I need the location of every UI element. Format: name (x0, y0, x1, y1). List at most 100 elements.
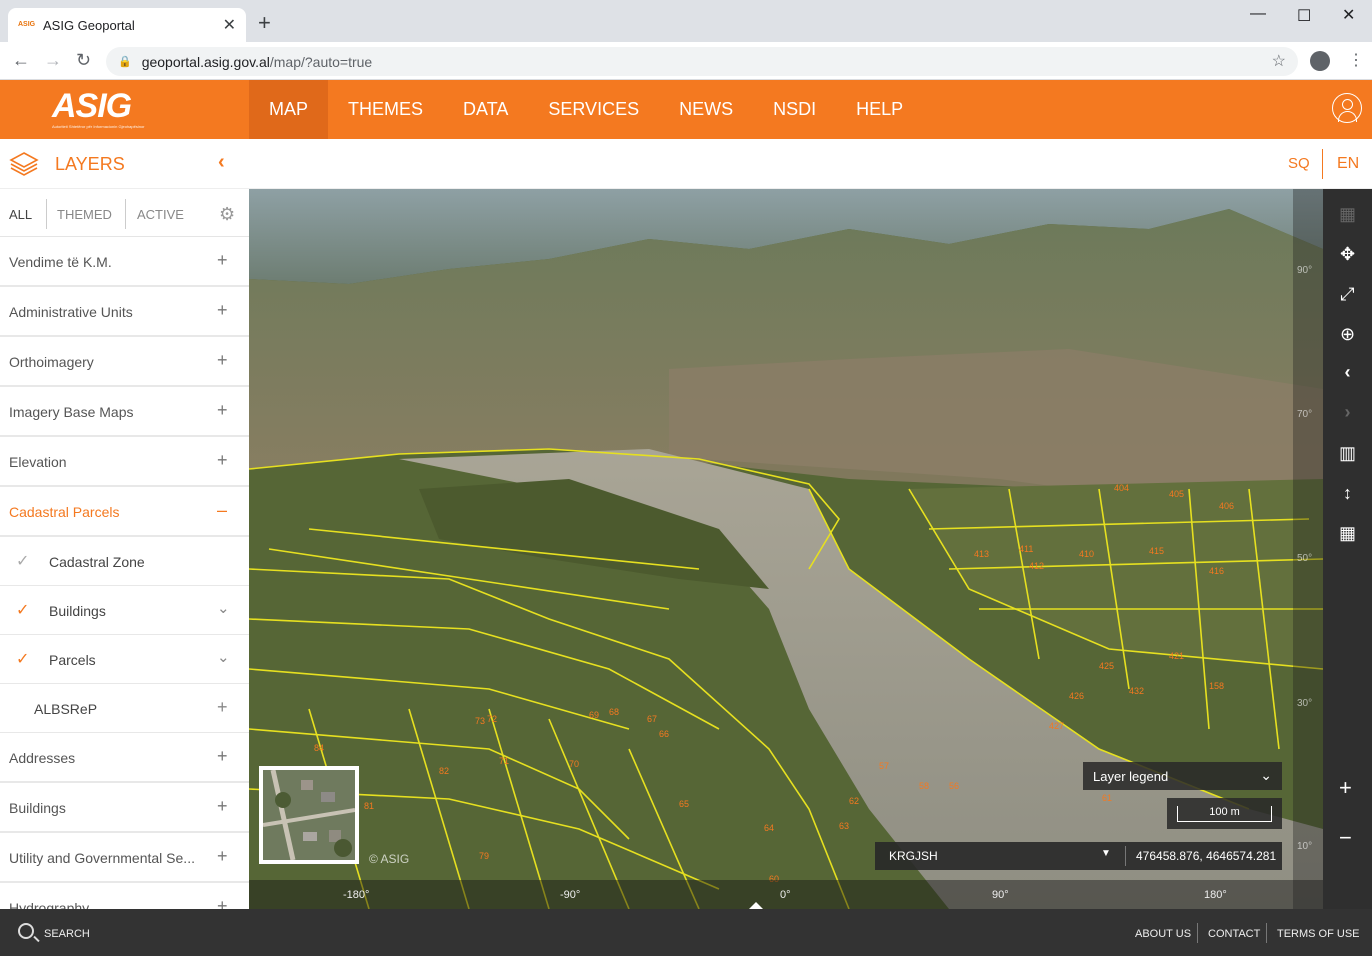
lang-en-button[interactable]: EN (1337, 155, 1359, 173)
expand-icon[interactable]: + (217, 250, 228, 271)
parcel-label: 71 (499, 756, 509, 766)
height-icon[interactable]: ↕ (1323, 483, 1372, 504)
parcel-label: 58 (919, 781, 929, 791)
gear-icon[interactable]: ⚙ (219, 204, 235, 225)
grid-icon[interactable]: ▦ (1323, 523, 1372, 544)
window-close-icon[interactable]: ✕ (1342, 5, 1355, 25)
about-us-link[interactable]: ABOUT US (1135, 928, 1191, 940)
browser-tab[interactable]: ASIG ASIG Geoportal ✕ (8, 8, 246, 42)
user-account-icon[interactable] (1332, 93, 1362, 123)
tab-active[interactable]: ACTIVE (137, 207, 184, 222)
latitude-strip: 90° 70° 50° 30° 10° (1293, 189, 1323, 909)
back-arrow-icon[interactable]: ← (12, 50, 30, 70)
minimize-icon[interactable]: — (1250, 5, 1266, 23)
check-icon[interactable]: ✓ (16, 551, 29, 571)
nav-help[interactable]: HELP (836, 80, 923, 139)
expand-icon[interactable]: + (217, 697, 228, 718)
layer-group-label: Hydrography (9, 900, 90, 909)
search-button[interactable]: SEARCH (44, 928, 90, 940)
footer-divider (1266, 923, 1267, 943)
layer-group-label: Addresses (9, 750, 76, 766)
forward-arrow-icon[interactable]: → (44, 50, 62, 70)
layer-group-row[interactable]: Administrative Units + (0, 287, 249, 337)
parcel-label: 70 (569, 759, 579, 769)
expand-icon[interactable]: + (217, 896, 228, 909)
sublayer-row[interactable]: ✓ Buildings ⌄ (0, 586, 249, 635)
overview-minimap[interactable] (259, 766, 359, 864)
layer-group-row[interactable]: Orthoimagery + (0, 337, 249, 387)
sublayer-row[interactable]: ✓ Cadastral Zone (0, 537, 249, 586)
lang-sq-button[interactable]: SQ (1288, 155, 1310, 172)
nav-nsdi[interactable]: NSDI (753, 80, 836, 139)
close-tab-icon[interactable]: ✕ (223, 15, 236, 35)
layer-group-row[interactable]: Hydrography + (0, 883, 249, 909)
layer-group-row-open[interactable]: Cadastral Parcels – (0, 487, 249, 537)
dropdown-arrow-icon[interactable]: ▼ (1101, 848, 1111, 859)
nav-themes[interactable]: THEMES (328, 80, 443, 139)
chevron-down-icon[interactable]: ⌄ (217, 599, 230, 617)
search-icon[interactable] (18, 923, 34, 939)
layer-group-row[interactable]: Imagery Base Maps + (0, 387, 249, 437)
layer-group-row[interactable]: Utility and Governmental Se... + (0, 833, 249, 883)
layer-group-row[interactable]: Buildings + (0, 783, 249, 833)
parcel-label: 405 (1169, 489, 1184, 499)
nav-news[interactable]: NEWS (659, 80, 753, 139)
parcel-label: 425 (1099, 661, 1114, 671)
parcel-label: 432 (1129, 686, 1144, 696)
browser-profile-icon[interactable] (1310, 51, 1330, 71)
expand-icon[interactable]: + (217, 300, 228, 321)
expand-icon[interactable]: + (217, 350, 228, 371)
expand-icon[interactable]: + (217, 450, 228, 471)
nav-services[interactable]: SERVICES (528, 80, 659, 139)
parcel-label: 426 (1069, 691, 1084, 701)
tab-all[interactable]: ALL (9, 207, 32, 222)
expand-icon[interactable]: + (217, 796, 228, 817)
back-icon[interactable]: ‹ (1323, 362, 1372, 383)
sublayer-label: ALBSReP (34, 701, 98, 717)
sublayer-group-row[interactable]: ALBSReP + (0, 684, 249, 733)
zoom-in-icon[interactable]: + (1339, 775, 1352, 801)
expand-icon[interactable]: + (217, 846, 228, 867)
latitude-tick: 30° (1297, 698, 1313, 709)
layer-group-label: Imagery Base Maps (9, 404, 134, 420)
forward-icon[interactable]: › (1323, 402, 1372, 423)
expand-icon[interactable]: + (217, 400, 228, 421)
nav-map[interactable]: MAP (249, 80, 329, 139)
browser-menu-icon[interactable]: ⋮ (1348, 50, 1364, 70)
layer-group-label: Orthoimagery (9, 354, 94, 370)
tab-themed[interactable]: THEMED (57, 207, 112, 222)
collapse-icon[interactable]: – (217, 500, 227, 521)
parcel-label: 81 (364, 801, 374, 811)
map-icon[interactable]: ▥ (1323, 443, 1372, 464)
expand-icon[interactable]: ⤢ (1323, 284, 1372, 305)
collapse-sidebar-icon[interactable]: ‹ (218, 151, 225, 174)
zoom-icon[interactable]: ⊕ (1323, 324, 1372, 345)
nav-data[interactable]: DATA (443, 80, 528, 139)
url-field[interactable]: 🔒 geoportal.asig.gov.al/map/?auto=true ☆ (106, 47, 1298, 76)
layer-legend-dropdown[interactable]: Layer legend ⌄ (1083, 762, 1282, 790)
layer-group-row[interactable]: Addresses + (0, 733, 249, 783)
longitude-tick: 90° (992, 889, 1009, 901)
check-icon[interactable]: ✓ (16, 600, 29, 620)
bookmark-star-icon[interactable]: ☆ (1272, 51, 1286, 71)
check-icon[interactable]: ✓ (16, 649, 29, 669)
map-3d-view[interactable]: 404 405 406 410 411 412 413 415 416 421 425 426 427 4… (249, 189, 1323, 909)
reload-icon[interactable]: ↻ (76, 50, 91, 70)
chevron-down-icon[interactable]: ⌄ (217, 648, 230, 666)
maximize-icon[interactable]: ☐ (1297, 6, 1311, 26)
parcel-label: 62 (849, 796, 859, 806)
fullscreen-icon[interactable]: ✥ (1323, 244, 1372, 265)
zoom-out-icon[interactable]: − (1339, 825, 1352, 851)
layer-group-row[interactable]: Elevation + (0, 437, 249, 487)
new-tab-icon[interactable]: + (258, 12, 271, 34)
tab-divider (46, 199, 47, 229)
crs-select[interactable]: KRGJSH (889, 849, 938, 863)
layer-group-row[interactable]: Vendime të K.M. + (0, 237, 249, 287)
sublayer-row[interactable]: ✓ Parcels ⌄ (0, 635, 249, 684)
layer-group-label: Elevation (9, 454, 67, 470)
expand-icon[interactable]: + (217, 746, 228, 767)
asig-logo[interactable]: ASIG Autoriteti Shtetëror për Informacio… (52, 88, 152, 132)
terms-of-use-link[interactable]: TERMS OF USE (1277, 928, 1360, 940)
layers-map-icon[interactable]: ▦ (1323, 204, 1372, 225)
contact-link[interactable]: CONTACT (1208, 928, 1260, 940)
